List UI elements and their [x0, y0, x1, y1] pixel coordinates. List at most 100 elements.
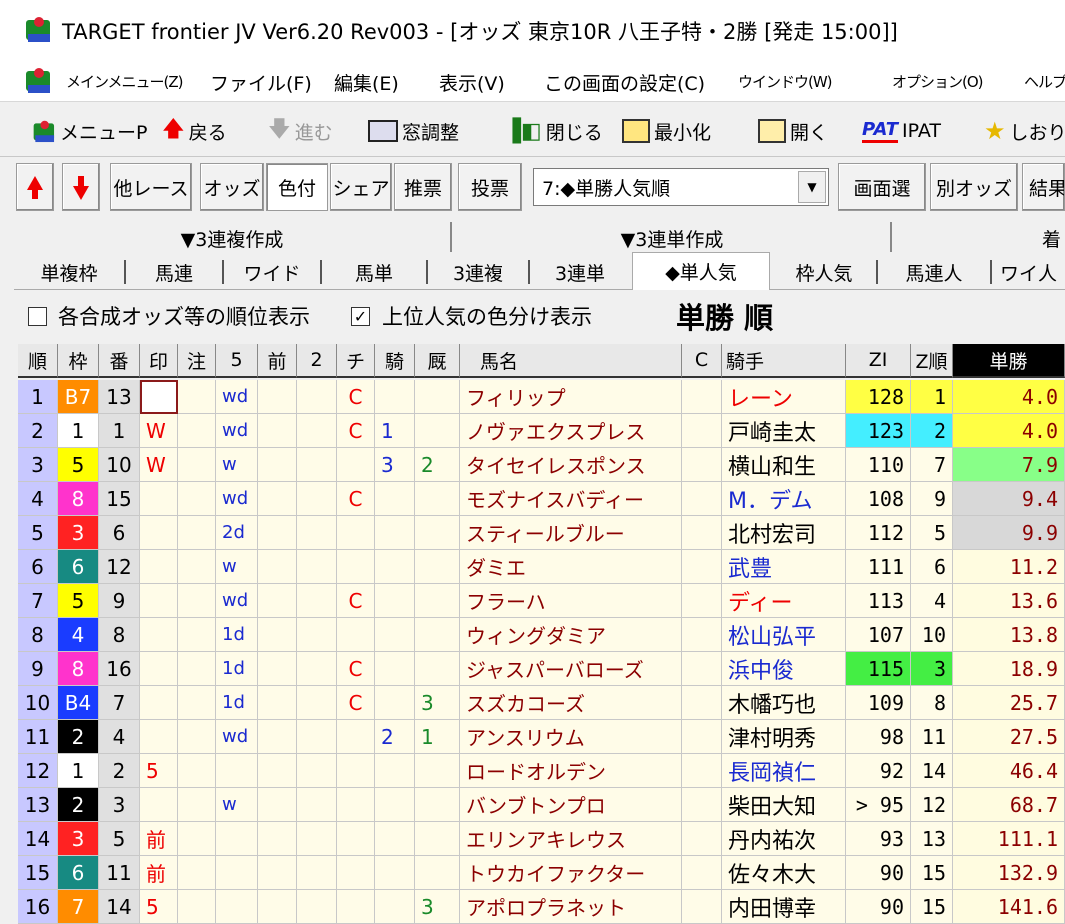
cell-note[interactable] [178, 482, 216, 516]
cell-ki[interactable] [375, 856, 415, 890]
cell-kyu[interactable]: 3 [415, 890, 460, 924]
cell-odds[interactable]: 9.4 [953, 482, 1065, 516]
cell-c[interactable] [682, 890, 722, 924]
cell-odds[interactable]: 141.6 [953, 890, 1065, 924]
cell-note[interactable] [178, 788, 216, 822]
cell-mae[interactable] [258, 448, 297, 482]
cell-kyu[interactable] [415, 516, 460, 550]
cell-five[interactable]: wd [216, 720, 258, 754]
cell-odds[interactable]: 13.6 [953, 584, 1065, 618]
header-odds[interactable]: 単勝 [953, 344, 1065, 378]
cell-kyu[interactable] [415, 414, 460, 448]
cell-zi[interactable]: 113 [846, 584, 911, 618]
cell-jockey[interactable]: 横山和生 [722, 448, 846, 482]
share-button[interactable]: シェア [330, 163, 392, 211]
tab-umaren-popularity[interactable]: 馬連人 [878, 256, 990, 288]
cell-mark[interactable] [140, 720, 178, 754]
cell-five[interactable]: w [216, 788, 258, 822]
cell-num[interactable]: 13 [99, 380, 140, 414]
cell-rank[interactable]: 6 [18, 550, 58, 584]
window-adjust-button[interactable]: 窓調整 [368, 115, 459, 147]
tab-waku-popularity[interactable]: 枠人気 [772, 256, 876, 288]
cell-jockey[interactable]: 長岡禎仁 [722, 754, 846, 788]
cell-mae[interactable] [258, 380, 297, 414]
cell-c[interactable] [682, 652, 722, 686]
cell-odds[interactable]: 46.4 [953, 754, 1065, 788]
cell-c[interactable] [682, 414, 722, 448]
cell-note[interactable] [178, 856, 216, 890]
close-button[interactable]: ▐◧ 閉じる [504, 115, 603, 147]
cell-mark[interactable] [140, 618, 178, 652]
cell-five[interactable]: 1d [216, 686, 258, 720]
back-button[interactable]: 🡅 戻る [162, 115, 227, 147]
cell-kyu[interactable] [415, 618, 460, 652]
cell-odds[interactable]: 27.5 [953, 720, 1065, 754]
cell-ki[interactable] [375, 822, 415, 856]
cell-name[interactable]: モズナイスバディー [460, 482, 682, 516]
header-c[interactable]: C [682, 344, 722, 378]
cell-chi[interactable]: C [337, 686, 375, 720]
cell-mae[interactable] [258, 822, 297, 856]
cell-chi[interactable]: C [337, 414, 375, 448]
cell-odds[interactable]: 18.9 [953, 652, 1065, 686]
cell-ki[interactable] [375, 584, 415, 618]
cell-zi[interactable]: 109 [846, 686, 911, 720]
cell-gate[interactable]: 5 [58, 584, 99, 618]
cell-jockey[interactable]: 佐々木大 [722, 856, 846, 890]
color-display-checkbox[interactable]: ✓ [351, 307, 370, 326]
tab-sanrentan[interactable]: 3連単 [530, 256, 630, 288]
cell-zrank[interactable]: 8 [911, 686, 953, 720]
cell-ki[interactable] [375, 380, 415, 414]
cell-gate[interactable]: 1 [58, 754, 99, 788]
cell-c[interactable] [682, 584, 722, 618]
cell-odds[interactable]: 9.9 [953, 516, 1065, 550]
cell-rank[interactable]: 11 [18, 720, 58, 754]
cell-two[interactable] [297, 516, 337, 550]
rank-display-checkbox[interactable] [28, 307, 47, 326]
header-note[interactable]: 注 [178, 344, 216, 378]
cell-zi[interactable]: 107 [846, 618, 911, 652]
cell-rank[interactable]: 3 [18, 448, 58, 482]
cell-two[interactable] [297, 584, 337, 618]
cell-zrank[interactable]: 2 [911, 414, 953, 448]
cell-two[interactable] [297, 618, 337, 652]
cell-zrank[interactable]: 14 [911, 754, 953, 788]
cell-two[interactable] [297, 822, 337, 856]
cell-kyu[interactable] [415, 380, 460, 414]
cell-chi[interactable] [337, 618, 375, 652]
header-mae[interactable]: 前 [258, 344, 297, 378]
cell-ki[interactable] [375, 550, 415, 584]
cell-c[interactable] [682, 754, 722, 788]
menu-window[interactable]: ウインドウ(W) [738, 71, 833, 92]
cell-five[interactable]: w [216, 550, 258, 584]
cell-mae[interactable] [258, 720, 297, 754]
cell-rank[interactable]: 2 [18, 414, 58, 448]
cell-gate[interactable]: 5 [58, 448, 99, 482]
cell-ki[interactable]: 1 [375, 414, 415, 448]
cell-five[interactable] [216, 890, 258, 924]
menu-main[interactable]: メインメニュー(Z) [66, 71, 184, 92]
cell-num[interactable]: 16 [99, 652, 140, 686]
cell-two[interactable] [297, 788, 337, 822]
recommend-button[interactable]: 推票 [394, 163, 452, 211]
cell-note[interactable] [178, 618, 216, 652]
cell-gate[interactable]: 7 [58, 890, 99, 924]
cell-zi[interactable]: 90 [846, 856, 911, 890]
cell-jockey[interactable]: レーン [722, 380, 846, 414]
cell-kyu[interactable] [415, 754, 460, 788]
tab-group-extra[interactable]: 着 [1042, 222, 1065, 254]
cell-kyu[interactable] [415, 550, 460, 584]
vote-button[interactable]: 投票 [458, 163, 522, 211]
cell-zi[interactable]: 98 [846, 720, 911, 754]
cell-rank[interactable]: 7 [18, 584, 58, 618]
tab-group-trio[interactable]: ▼3連複作成 [14, 222, 450, 254]
cell-c[interactable] [682, 618, 722, 652]
cell-odds[interactable]: 4.0 [953, 380, 1065, 414]
cell-five[interactable]: 1d [216, 618, 258, 652]
cell-zi[interactable]: 123 [846, 414, 911, 448]
tab-wide[interactable]: ワイド [224, 256, 320, 288]
cell-name[interactable]: ノヴァエクスプレス [460, 414, 682, 448]
cell-gate[interactable]: 2 [58, 788, 99, 822]
cell-mae[interactable] [258, 652, 297, 686]
cell-ki[interactable] [375, 686, 415, 720]
